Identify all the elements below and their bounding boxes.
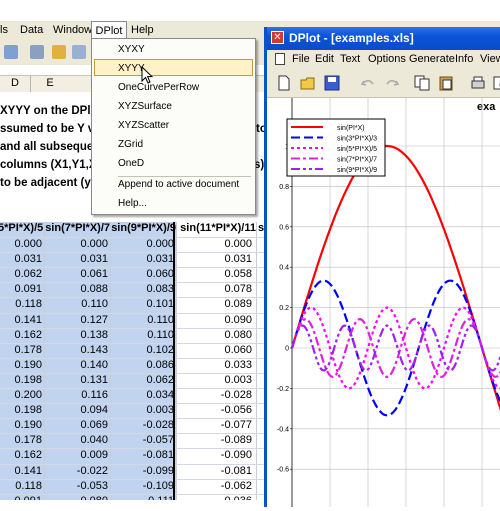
legend-label: sin(3*PI*X)/3: [337, 136, 377, 143]
format-icon[interactable]: [30, 45, 44, 59]
table-cell[interactable]: 0.090: [182, 314, 252, 329]
dplot-window[interactable]: ✕ DPlot - [examples.xls] File Edit Text …: [264, 27, 500, 511]
menu-item-xyzscatter[interactable]: XYZScatter: [118, 120, 169, 131]
table-cell[interactable]: -0.028: [182, 389, 252, 404]
menu-item-append[interactable]: Append to active document: [118, 179, 239, 190]
column-header-d[interactable]: D: [0, 77, 30, 89]
y-tick-label: 0: [285, 346, 289, 353]
menu-window[interactable]: Window: [53, 24, 92, 36]
menu-view[interactable]: View: [480, 53, 500, 65]
y-tick-label: -0.4: [277, 426, 289, 433]
table-cell[interactable]: 0.031: [182, 253, 252, 268]
note-line: columns (X1,Y1,X: [0, 159, 97, 171]
menu-item-oned[interactable]: OneD: [118, 158, 144, 169]
legend: sin(PI*X) sin(3*PI*X)/3 sin(5*PI*X)/5 sin(7…: [286, 118, 386, 177]
menu-generate[interactable]: Generate: [409, 53, 455, 65]
table-cell[interactable]: 0.078: [182, 283, 252, 298]
menu-file[interactable]: File: [292, 53, 310, 65]
menu-options[interactable]: Options: [368, 53, 406, 65]
menu-item-help[interactable]: Help...: [118, 198, 147, 209]
plot-area[interactable]: exa 10.80.60.40.20-0.2-0.4-0.6-0.8 sin(P…: [267, 98, 500, 511]
open-folder-icon[interactable]: [299, 74, 317, 92]
menu-item-zgrid[interactable]: ZGrid: [118, 139, 143, 150]
menu-help[interactable]: Help: [131, 24, 154, 36]
copy-icon[interactable]: [413, 74, 431, 92]
y-tick-label: -0.2: [277, 386, 289, 393]
table-cell[interactable]: -0.077: [182, 419, 252, 434]
menu-data[interactable]: Data: [20, 24, 43, 36]
table-cell[interactable]: -0.056: [182, 404, 252, 419]
document-icon[interactable]: [275, 53, 285, 65]
preview-icon[interactable]: [491, 74, 500, 92]
table-cell[interactable]: -0.090: [182, 449, 252, 464]
grid-line: [176, 222, 177, 500]
plot-title: exa: [477, 101, 496, 113]
legend-label: sin(9*PI*X)/9: [337, 167, 377, 174]
legend-label: sin(PI*X): [337, 125, 365, 132]
table-cell[interactable]: -0.081: [182, 465, 252, 480]
table-cell[interactable]: 0.060: [182, 344, 252, 359]
redo-icon[interactable]: [383, 74, 401, 92]
menu-info[interactable]: Info: [455, 53, 473, 65]
undo-icon[interactable]: [359, 74, 377, 92]
y-tick-label: -0.6: [277, 467, 289, 474]
print-icon[interactable]: [469, 74, 487, 92]
legend-label: sin(7*PI*X)/7: [337, 157, 377, 164]
chart-svg: exa 10.80.60.40.20-0.2-0.4-0.6-0.8 sin(P…: [277, 98, 500, 511]
table-cell[interactable]: 0.080: [182, 329, 252, 344]
table-cell[interactable]: 0.003: [182, 374, 252, 389]
note-line: to be adjacent (y: [0, 177, 91, 189]
window-title: DPlot - [examples.xls]: [289, 31, 414, 45]
series-line: [290, 144, 500, 412]
table-cell[interactable]: 0.058: [182, 268, 252, 283]
y-tick-label: 0.6: [279, 224, 289, 231]
dplot-menubar: File Edit Text Options Generate Info Vie…: [267, 50, 500, 69]
column-header-e[interactable]: E: [30, 77, 70, 89]
paint-icon[interactable]: [52, 45, 66, 59]
paste-icon[interactable]: [437, 74, 455, 92]
table-cell[interactable]: -0.036: [182, 495, 252, 500]
table-cell[interactable]: 0.033: [182, 359, 252, 374]
dplot-toolbar: [267, 69, 500, 98]
legend-label: sin(5*PI*X)/5: [337, 146, 377, 153]
save-icon[interactable]: [323, 74, 341, 92]
y-tick-label: 0.4: [279, 265, 289, 272]
y-tick-label: 0.2: [279, 305, 289, 312]
table-cell[interactable]: 0.000: [182, 238, 252, 253]
menu-item-onecurveperrow[interactable]: OneCurvePerRow: [118, 82, 199, 93]
insert-icon[interactable]: [72, 45, 86, 59]
dplot-titlebar[interactable]: ✕ DPlot - [examples.xls]: [267, 27, 500, 50]
dplot-app-icon: ✕: [271, 31, 284, 44]
dplot-dropdown-menu: XYXY XYYY OneCurvePerRow XYZSurface XYZS…: [91, 38, 256, 215]
menu-edit[interactable]: Edit: [315, 53, 334, 65]
mouse-cursor-icon: [141, 66, 154, 84]
bold-icon[interactable]: [4, 45, 18, 59]
menu-text[interactable]: Text: [340, 53, 360, 65]
menu-item-xyzsurface[interactable]: XYZSurface: [118, 101, 172, 112]
new-file-icon[interactable]: [275, 74, 293, 92]
selection-border: [0, 222, 175, 500]
table-cell[interactable]: -0.089: [182, 434, 252, 449]
note-line: XYYY on the DPlo: [0, 105, 98, 117]
grid-line: [256, 222, 257, 500]
spreadsheet-grid[interactable]: 5*PI*X)/5 sin(7*PI*X)/7 sin(9*PI*X)/9 si…: [0, 222, 270, 500]
note-line: and all subseque: [0, 141, 94, 153]
table-cell[interactable]: 0.089: [182, 298, 252, 313]
header-cell[interactable]: sin(11*PI*X)/11: [178, 222, 256, 236]
menu-item-xyxy[interactable]: XYXY: [118, 44, 145, 55]
table-cell[interactable]: -0.062: [182, 480, 252, 495]
note-line: ssumed to be Y v: [0, 123, 95, 135]
y-tick-label: 0.8: [279, 184, 289, 191]
menu-separator: [118, 176, 251, 177]
menu-tools[interactable]: ls: [0, 24, 8, 36]
